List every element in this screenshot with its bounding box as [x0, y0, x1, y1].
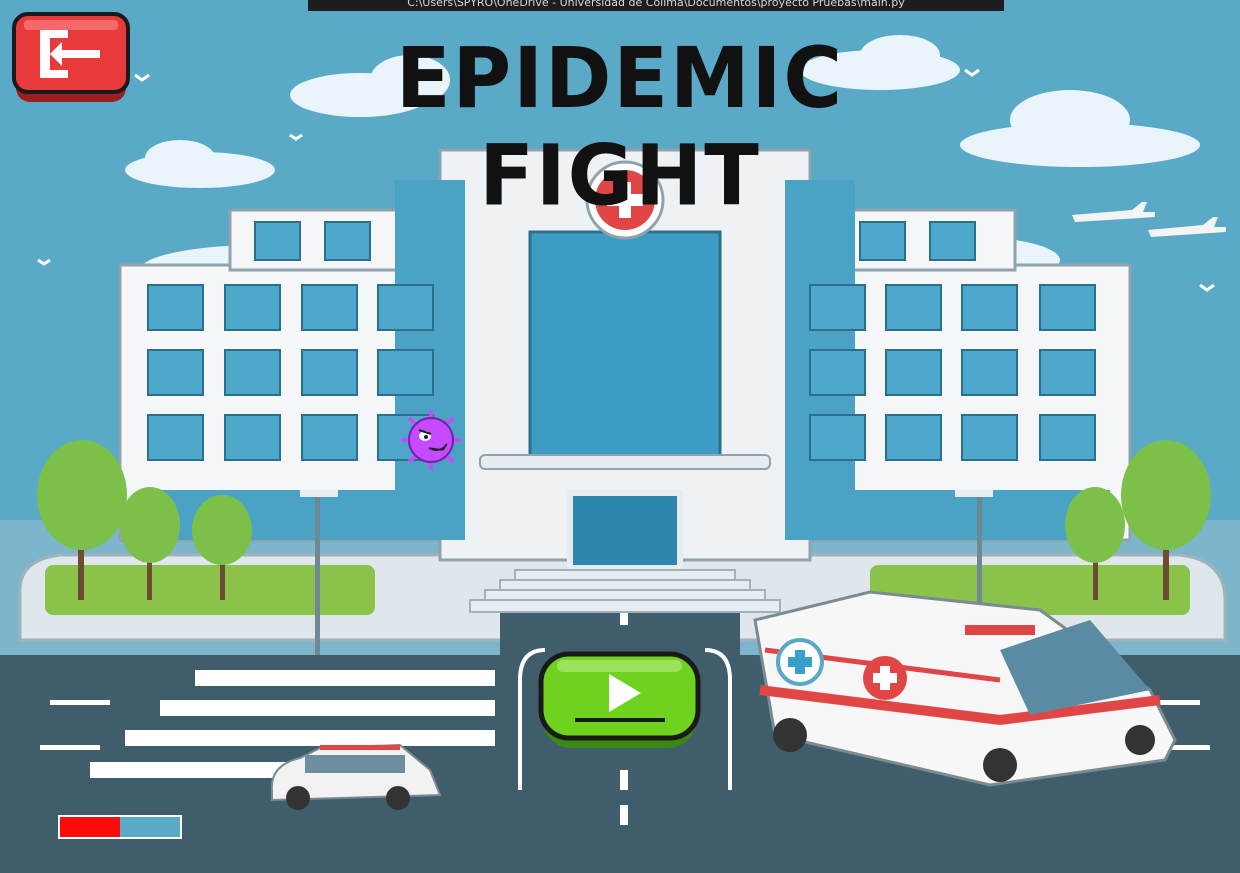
virus-character-icon: [401, 410, 461, 470]
virus-character[interactable]: [399, 408, 463, 472]
progress-fill: [60, 817, 120, 837]
exit-button[interactable]: [10, 10, 132, 108]
game-title: EPIDEMIC FIGHT: [395, 29, 845, 225]
play-button[interactable]: [537, 650, 702, 752]
window-title-text: C:\Users\SPYRO\OneDrive - Universidad de…: [407, 0, 905, 9]
progress-bar: [58, 815, 182, 839]
window-titlebar: C:\Users\SPYRO\OneDrive - Universidad de…: [308, 0, 1004, 11]
